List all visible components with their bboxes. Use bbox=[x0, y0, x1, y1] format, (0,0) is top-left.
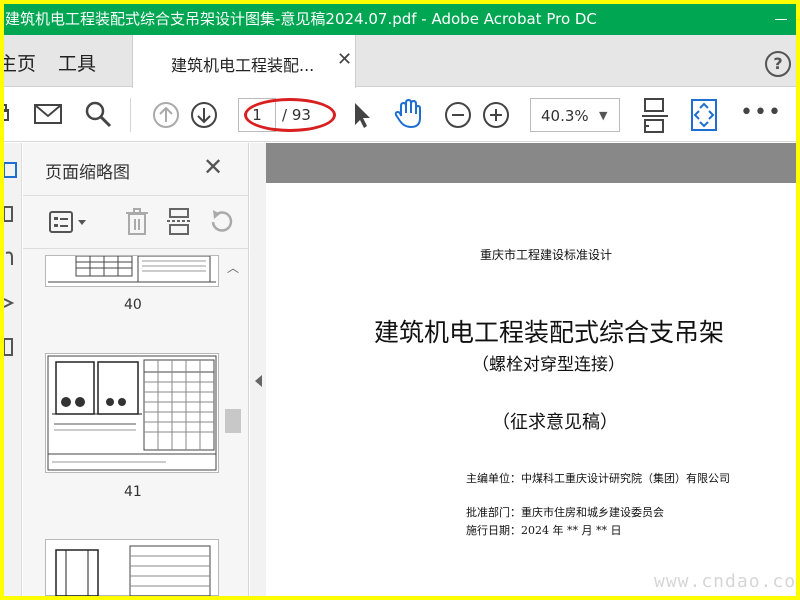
doc-title: 建筑机电工程装配式综合支吊架 bbox=[374, 318, 725, 347]
fit-width-icon[interactable] bbox=[640, 98, 670, 134]
toolbar: 1 / 93 40.3% ▼ ••• bbox=[4, 88, 796, 142]
previous-page-icon[interactable] bbox=[152, 101, 180, 129]
annotation-ellipse bbox=[244, 98, 336, 132]
help-icon[interactable]: ? bbox=[765, 51, 791, 77]
scrollbar-thumb[interactable] bbox=[225, 409, 241, 433]
doc-effective-date: 施行日期：2024 年 ** 月 ** 日 bbox=[466, 524, 622, 537]
acrobat-window: 建筑机电工程装配式综合支吊架设计图集-意见稿2024.07.pdf - Adob… bbox=[4, 4, 796, 596]
toolbar-divider bbox=[130, 98, 131, 132]
select-cursor-icon[interactable] bbox=[352, 101, 372, 129]
print-icon[interactable] bbox=[4, 104, 10, 126]
thumbnail-options-icon[interactable] bbox=[49, 211, 89, 235]
chevron-left-icon bbox=[255, 375, 262, 387]
delete-page-icon[interactable] bbox=[125, 208, 149, 236]
thumbnail-page-42[interactable] bbox=[45, 539, 219, 596]
doc-organization: 重庆市工程建设标准设计 bbox=[480, 248, 613, 262]
doc-draft-label: （征求意见稿） bbox=[492, 412, 618, 433]
bookmarks-icon[interactable] bbox=[4, 205, 18, 225]
zoom-out-icon[interactable] bbox=[444, 101, 472, 129]
zoom-select[interactable]: 40.3% ▼ bbox=[530, 98, 620, 132]
chevron-down-icon: ▼ bbox=[599, 109, 608, 122]
signatures-icon[interactable] bbox=[4, 337, 18, 357]
doc-subtitle: （螺栓对穿型连接） bbox=[472, 355, 625, 375]
attachments-icon[interactable] bbox=[4, 249, 18, 269]
hand-tool-icon[interactable] bbox=[394, 98, 424, 130]
minimize-button[interactable] bbox=[759, 4, 796, 35]
extract-page-icon[interactable] bbox=[167, 208, 191, 236]
close-tab-icon[interactable]: ✕ bbox=[337, 49, 352, 70]
thumbnail-label-40: 40 bbox=[124, 297, 142, 313]
thumbnail-label-41: 41 bbox=[124, 484, 142, 500]
thumbnail-panel: 页面缩略图 ✕ 40 41 ︿ bbox=[23, 143, 249, 596]
tabs-bar: 主页 工具 建筑机电工程装配... ✕ ? bbox=[4, 35, 796, 88]
next-page-icon[interactable] bbox=[190, 101, 218, 129]
doc-editor: 主编单位：中煤科工重庆设计研究院（集团）有限公司 bbox=[466, 472, 730, 485]
title-bar: 建筑机电工程装配式综合支吊架设计图集-意见稿2024.07.pdf - Adob… bbox=[4, 4, 796, 35]
thumbnail-toolbar bbox=[23, 195, 249, 249]
doc-approver: 批准部门：重庆市住房和城乡建设委员会 bbox=[466, 506, 664, 519]
close-panel-icon[interactable]: ✕ bbox=[203, 153, 223, 181]
thumbnail-page-40[interactable] bbox=[45, 255, 219, 287]
search-icon[interactable] bbox=[84, 100, 112, 128]
left-rail bbox=[4, 143, 22, 596]
panel-collapse-handle[interactable] bbox=[250, 143, 266, 596]
thumbnail-42-drawing bbox=[55, 545, 211, 596]
thumbnail-41-drawing bbox=[47, 355, 217, 471]
zoom-value: 40.3% bbox=[541, 107, 589, 125]
mail-icon[interactable] bbox=[34, 103, 62, 125]
window-title: 建筑机电工程装配式综合支吊架设计图集-意见稿2024.07.pdf - Adob… bbox=[5, 10, 597, 28]
tab-tools[interactable]: 工具 bbox=[58, 49, 96, 76]
chevron-up-icon[interactable]: ︿ bbox=[227, 259, 239, 276]
zoom-in-icon[interactable] bbox=[482, 101, 510, 129]
rotate-page-icon[interactable] bbox=[207, 208, 235, 236]
layers-icon[interactable] bbox=[4, 293, 18, 313]
thumbnail-panel-title: 页面缩略图 bbox=[45, 163, 130, 183]
document-viewer[interactable]: 重庆市工程建设标准设计 建筑机电工程装配式综合支吊架 （螺栓对穿型连接） （征求… bbox=[266, 143, 796, 596]
tab-document[interactable]: 建筑机电工程装配... ✕ bbox=[132, 35, 356, 88]
more-options-icon[interactable]: ••• bbox=[740, 100, 782, 125]
thumbnail-scrollbar[interactable]: ︿ bbox=[223, 255, 243, 596]
thumbnail-page-41[interactable] bbox=[45, 353, 219, 473]
tab-document-label: 建筑机电工程装配... bbox=[171, 56, 315, 75]
pdf-page: 重庆市工程建设标准设计 建筑机电工程装配式综合支吊架 （螺栓对穿型连接） （征求… bbox=[266, 183, 796, 596]
watermark: www.cndao.com bbox=[654, 571, 796, 592]
fit-page-icon[interactable] bbox=[690, 98, 718, 132]
page-thumbnails-icon[interactable] bbox=[4, 161, 18, 181]
tab-home[interactable]: 主页 bbox=[4, 49, 36, 76]
thumbnail-40-drawing bbox=[48, 255, 216, 283]
